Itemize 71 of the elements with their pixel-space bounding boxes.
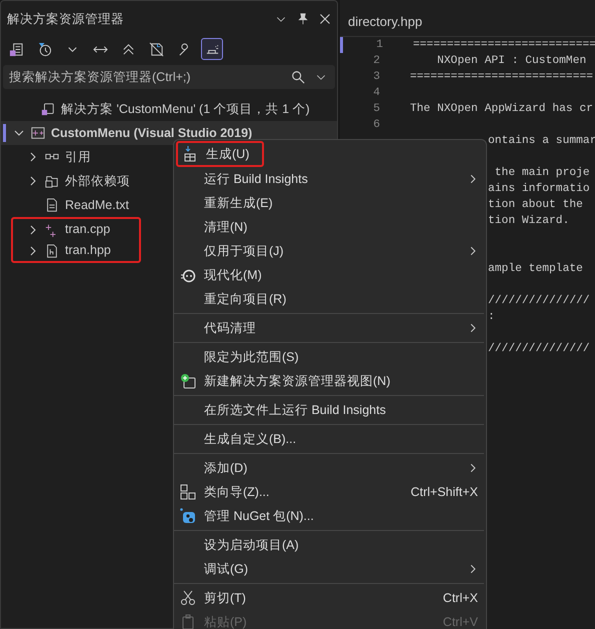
panel-title: 解决方案资源管理器 (7, 10, 125, 28)
code-line: ains informatio (488, 183, 590, 195)
menu-item[interactable]: 生成自定义(B)... (174, 427, 486, 451)
tree-item[interactable]: 解决方案 'CustomMenu' (1 个项目，共 1 个) (1, 97, 337, 121)
menu-item[interactable]: 调试(G) (174, 557, 486, 581)
switch-views-icon (8, 42, 24, 56)
project-icon (31, 126, 45, 140)
code-line: : (488, 311, 495, 323)
build-icon (182, 146, 198, 162)
robot-icon (180, 267, 196, 283)
tree-item-label: tran.hpp (65, 243, 111, 258)
menu-item[interactable]: 重定向项目(R) (174, 287, 486, 311)
cut-icon (180, 590, 196, 606)
menu-item[interactable]: 管理 NuGet 包(N)... (174, 504, 486, 528)
line-number: 5 (372, 103, 381, 115)
code-line: /////////////// (488, 343, 590, 355)
tree-item[interactable]: tran.cpp (13, 219, 139, 240)
menu-item[interactable]: 添加(D) (174, 456, 486, 480)
paste-icon (180, 614, 196, 629)
line-number: 6 (372, 119, 381, 131)
collapse-icon (120, 42, 136, 56)
chevron-right-icon (468, 564, 478, 574)
menu-item[interactable]: 设为启动项目(A) (174, 533, 486, 557)
search-icon (291, 70, 305, 84)
chevron-right-icon (468, 246, 478, 256)
search-field[interactable]: 搜索解决方案资源管理器(Ctrl+;) (3, 65, 335, 89)
menu-item[interactable]: 剪切(T) Ctrl+X (174, 586, 486, 610)
code-line: =========================== (410, 71, 594, 83)
code-line: ample template (488, 263, 583, 275)
chevron-right-icon (468, 323, 478, 333)
menu-item[interactable]: 重新生成(E) (174, 191, 486, 215)
line-number: 3 (372, 71, 381, 83)
tree-item-label: ReadMe.txt (65, 198, 129, 212)
code-line: The NXOpen AppWizard has cr (410, 103, 594, 115)
pin-icon (297, 13, 309, 25)
tree-item-label: CustomMenu (Visual Studio 2019) (51, 126, 252, 140)
menu-item[interactable]: 代码清理 (174, 316, 486, 340)
menu-item[interactable]: 在所选文件上运行 Build Insights (174, 398, 486, 422)
code-line: tion about the (488, 199, 583, 211)
nuget-icon (180, 508, 196, 524)
code-line: tion Wizard. (488, 215, 570, 227)
header-icon (45, 244, 59, 258)
line-number: 2 (372, 55, 381, 67)
menu-item[interactable]: 新建解决方案资源管理器视图(N) (174, 369, 486, 393)
menu-item[interactable]: 清理(N) (174, 215, 486, 239)
close-icon (319, 13, 331, 25)
history-icon (36, 42, 52, 56)
chevron-right-icon (468, 463, 478, 473)
code-line: the main proje (494, 167, 590, 179)
menu-item[interactable]: 运行 Build Insights (174, 167, 486, 191)
class-wizard-icon (180, 484, 196, 500)
menu-item[interactable]: 类向导(Z)... Ctrl+Shift+X (174, 480, 486, 504)
tree-item[interactable]: tran.hpp (13, 240, 139, 261)
menu-item[interactable]: 生成(U) (176, 141, 264, 167)
solution-icon (41, 102, 55, 116)
menu-item[interactable]: 现代化(M) (174, 263, 486, 287)
tree-item-label: tran.cpp (65, 222, 110, 237)
line-number: 4 (372, 87, 381, 99)
line-number: 1 (375, 39, 384, 51)
new-view-icon (180, 373, 196, 389)
tree-item-label: 解决方案 'CustomMenu' (1 个项目，共 1 个) (61, 102, 310, 116)
file-icon (45, 198, 59, 212)
menu-item[interactable]: 限定为此范围(S) (174, 345, 486, 369)
tree-item-label: 引用 (65, 150, 91, 164)
tree-item-label: 外部依赖项 (65, 174, 130, 188)
chevron-right-icon (468, 174, 478, 184)
code-line: /////////////// (488, 295, 590, 307)
code-line: NXOpen API : CustomMen (436, 55, 586, 67)
menu-item[interactable]: 仅用于项目(J) (174, 239, 486, 263)
dependencies-icon (45, 174, 59, 188)
toolbar-button[interactable] (201, 38, 223, 60)
